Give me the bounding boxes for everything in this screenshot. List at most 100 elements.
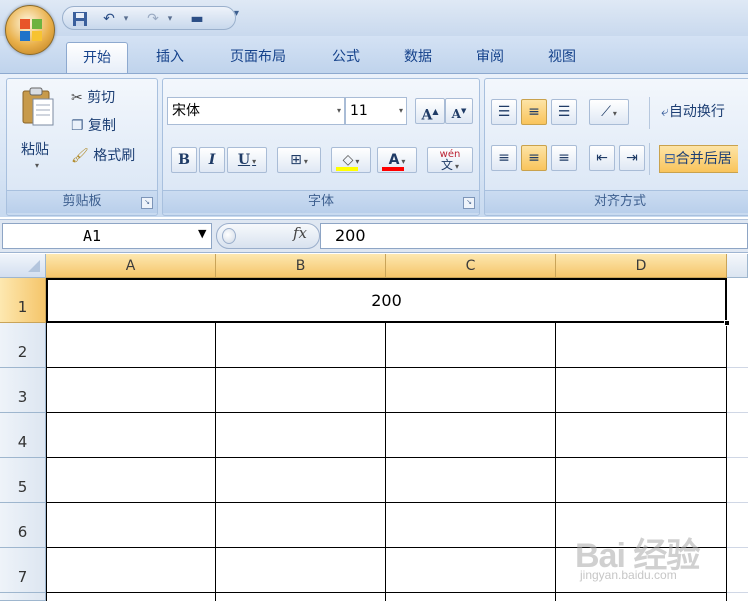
office-button[interactable] — [5, 5, 55, 55]
align-center-button[interactable]: ≡ — [521, 145, 547, 171]
bottom-align-button[interactable]: ☰ — [551, 99, 577, 125]
tab-data[interactable]: 数据 — [390, 42, 446, 72]
italic-button[interactable]: I — [199, 147, 225, 173]
formula-input[interactable]: 200 — [320, 223, 748, 249]
merge-center-button[interactable]: ⊟合并后居 — [659, 145, 738, 173]
merge-cells-icon: ⊟ — [664, 151, 676, 167]
alignment-divider-2 — [649, 143, 650, 175]
brush-icon: 🖌 — [71, 148, 89, 164]
quick-access-toolbar: ↶ ▾ ↷ ▾ ▬ — [62, 6, 236, 30]
increase-indent-button[interactable]: ⇥ — [619, 145, 645, 171]
alignment-group: ☰ ≡ ☰ ⟋ ▾ ⤶自动换行 ≡ ≡ ≡ ⇤ ⇥ ⊟合并后居 对齐方式 — [484, 78, 748, 216]
decrease-indent-button[interactable]: ⇤ — [589, 145, 615, 171]
tab-review[interactable]: 审阅 — [462, 42, 518, 72]
row-header-6[interactable]: 6 — [0, 503, 46, 548]
row-header-1[interactable]: 1 — [0, 278, 46, 323]
format-painter-button[interactable]: 🖌 格式刷 — [71, 143, 135, 169]
column-header-e[interactable] — [727, 254, 748, 278]
font-launcher-icon[interactable]: ↘ — [463, 197, 475, 209]
baidu-watermark-url: jingyan.baidu.com — [580, 568, 677, 582]
tab-insert[interactable]: 插入 — [142, 42, 198, 72]
column-header-a[interactable]: A — [46, 254, 216, 278]
alignment-divider — [649, 97, 650, 129]
shrink-font-button[interactable]: A▼ — [445, 98, 473, 124]
fill-color-button[interactable]: ◇ ▾ — [331, 147, 371, 173]
wrap-text-icon: ⤶ — [661, 104, 669, 120]
save-icon[interactable] — [71, 10, 89, 28]
border-icon: ⊞ — [290, 152, 302, 168]
undo-icon[interactable]: ↶ — [99, 10, 119, 28]
office-logo-icon — [20, 19, 42, 41]
grow-font-button[interactable]: A▲ — [415, 98, 445, 124]
paste-label: 粘贴 — [21, 142, 49, 158]
paint-bucket-icon: ◇ — [342, 152, 354, 168]
font-name-combo[interactable]: 宋体 ▾ — [167, 97, 345, 125]
row-header-7[interactable]: 7 — [0, 548, 46, 593]
column-header-c[interactable]: C — [386, 254, 556, 278]
middle-align-button[interactable]: ≡ — [521, 99, 547, 125]
redo-dropdown-icon[interactable]: ▾ — [165, 10, 175, 28]
clipboard-launcher-icon[interactable]: ↘ — [141, 197, 153, 209]
tab-formulas[interactable]: 公式 — [318, 42, 374, 72]
font-color-button[interactable]: A ▾ — [377, 147, 417, 173]
phonetic-guide-button[interactable]: wén 文 ▾ — [427, 147, 473, 173]
paste-button[interactable]: 粘贴 ▾ — [15, 83, 61, 175]
row-header-2[interactable]: 2 — [0, 323, 46, 368]
merge-center-label: 合并后居 — [675, 151, 732, 167]
fill-color-swatch — [336, 167, 358, 171]
font-group-label: 字体 — [163, 190, 479, 213]
column-header-b[interactable]: B — [216, 254, 386, 278]
select-all-triangle-icon — [28, 260, 40, 272]
font-color-icon: A — [388, 152, 400, 168]
font-name-dropdown-icon[interactable]: ▾ — [337, 98, 341, 124]
column-header-d[interactable]: D — [556, 254, 727, 278]
cut-label: 剪切 — [87, 90, 116, 106]
borders-dropdown-icon: ▾ — [303, 157, 308, 166]
copy-label: 复制 — [88, 118, 117, 134]
insert-function-icon[interactable]: fx — [293, 224, 307, 242]
name-box-dropdown-icon[interactable]: ▼ — [198, 227, 206, 240]
name-box[interactable]: A1 — [2, 223, 212, 249]
underline-button[interactable]: U ▾ — [227, 147, 267, 173]
bold-button[interactable]: B — [171, 147, 197, 173]
font-size-value: 11 — [350, 103, 368, 119]
align-right-button[interactable]: ≡ — [551, 145, 577, 171]
font-size-dropdown-icon[interactable]: ▾ — [399, 98, 403, 124]
row-header-5[interactable]: 5 — [0, 458, 46, 503]
wrap-text-button[interactable]: ⤶自动换行 — [661, 99, 725, 125]
customize-qat-icon[interactable]: ▾ — [234, 8, 239, 19]
print-preview-icon[interactable]: ▬ — [187, 10, 207, 28]
paste-icon — [22, 87, 54, 126]
format-painter-label: 格式刷 — [93, 148, 136, 164]
underline-dropdown-icon: ▾ — [252, 156, 257, 166]
tab-home[interactable]: 开始 — [66, 42, 128, 73]
fill-color-dropdown-icon: ▾ — [355, 157, 360, 166]
resize-handle-icon[interactable] — [222, 228, 236, 244]
redo-icon[interactable]: ↷ — [143, 10, 163, 28]
column-e-cells — [727, 323, 748, 601]
align-left-button[interactable]: ≡ — [491, 145, 517, 171]
font-color-swatch — [382, 167, 404, 171]
tab-page-layout[interactable]: 页面布局 — [214, 42, 302, 72]
copy-button[interactable]: ❐ 复制 — [71, 113, 116, 139]
cut-button[interactable]: ✂ 剪切 — [71, 85, 115, 111]
paste-dropdown-icon: ▾ — [35, 161, 40, 170]
merged-cell-a1-d1[interactable]: 200 — [46, 278, 727, 323]
row-header-3[interactable]: 3 — [0, 368, 46, 413]
row-header-8[interactable] — [0, 593, 46, 601]
row-header-4[interactable]: 4 — [0, 413, 46, 458]
tab-view[interactable]: 视图 — [534, 42, 590, 72]
top-align-button[interactable]: ☰ — [491, 99, 517, 125]
undo-dropdown-icon[interactable]: ▾ — [121, 10, 131, 28]
copy-icon: ❐ — [71, 118, 84, 134]
scissors-icon: ✂ — [71, 90, 83, 106]
orientation-button[interactable]: ⟋ ▾ — [589, 99, 629, 125]
clipboard-group-label: 剪贴板 — [7, 190, 157, 213]
borders-button[interactable]: ⊞ ▾ — [277, 147, 321, 173]
phonetic-char-icon: 文 — [440, 158, 453, 172]
font-name-value: 宋体 — [172, 103, 200, 119]
phonetic-dropdown-icon: ▾ — [455, 162, 460, 171]
alignment-group-label: 对齐方式 — [485, 190, 748, 213]
fill-handle[interactable] — [724, 320, 730, 326]
font-size-combo[interactable]: 11 ▾ — [345, 97, 407, 125]
